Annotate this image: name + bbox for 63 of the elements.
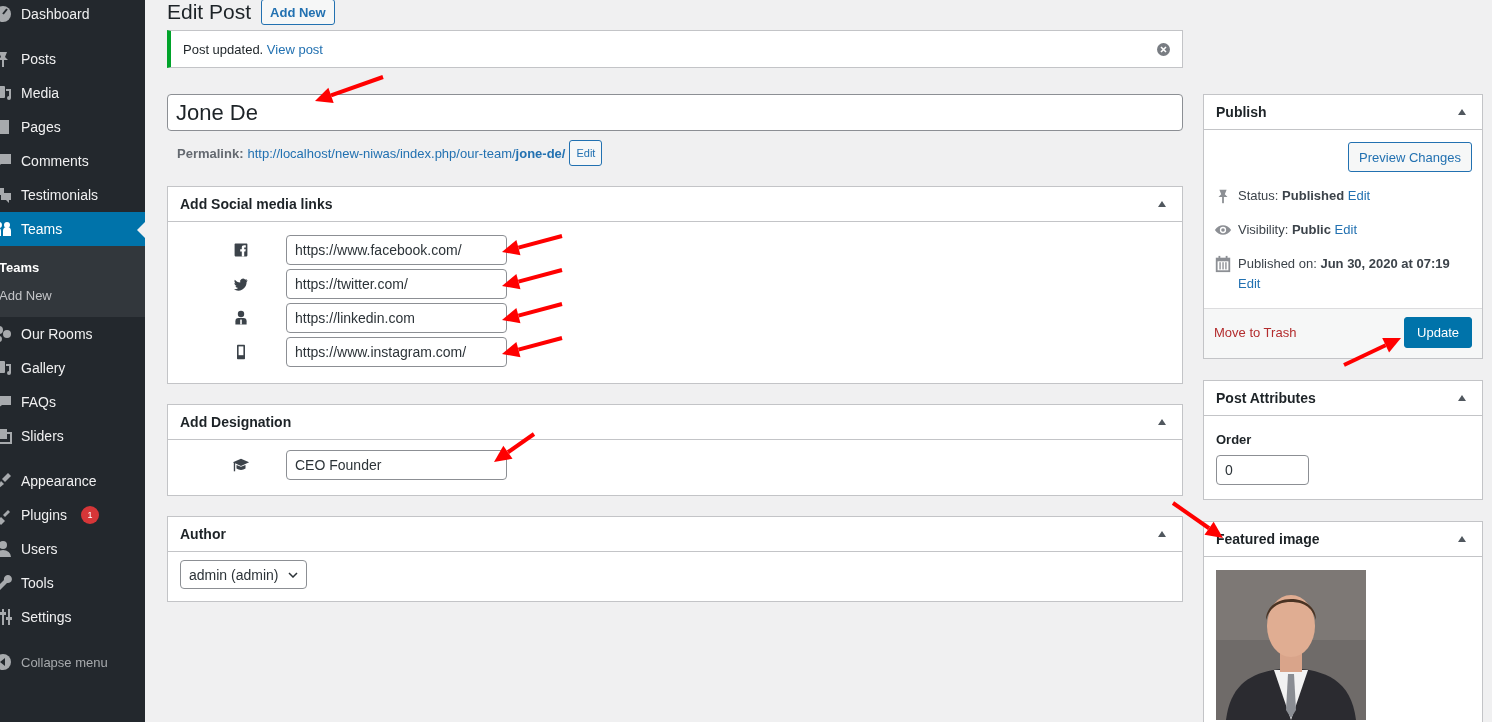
designation-field[interactable]: CEO Founder — [286, 450, 507, 480]
edit-link[interactable]: Edit — [1238, 276, 1261, 291]
page-title: Edit Post — [167, 0, 252, 24]
menu-item[interactable]: FAQs — [0, 385, 145, 419]
publish-info-text: Status: Published Edit — [1238, 187, 1371, 205]
permalink-link[interactable]: http://localhost/new-niwas/index.php/our-team/jone-de/ — [247, 145, 566, 161]
add-new-button[interactable]: Add New — [261, 0, 335, 25]
menu-item[interactable]: Tools — [0, 566, 145, 600]
menu-item[interactable]: Gallery — [0, 351, 145, 385]
preview-changes-button[interactable]: Preview Changes — [1348, 142, 1472, 172]
chevron-down-icon — [288, 571, 299, 578]
permalink-label: Permalink: — [177, 145, 244, 161]
collapse-toggle-icon[interactable] — [1458, 536, 1466, 542]
url-field[interactable]: https://www.facebook.com/ — [286, 235, 507, 265]
facebook-icon — [233, 242, 249, 258]
update-button[interactable]: Update — [1404, 317, 1472, 348]
menu-item[interactable]: Media — [0, 76, 145, 110]
menu-item[interactable]: Comments — [0, 144, 145, 178]
view-post-link[interactable]: View post — [266, 41, 323, 57]
menu-item[interactable]: Dashboard — [0, 0, 145, 31]
panel-title: Featured image — [1216, 531, 1320, 547]
menu-item[interactable]: Our Rooms — [0, 317, 145, 351]
publish-info-text: Published on: Jun 30, 2020 at 07:19 Edit — [1238, 255, 1451, 293]
panel-title: Author — [180, 526, 226, 542]
menu-item[interactable]: Sliders — [0, 419, 145, 453]
author-dropdown[interactable]: admin (admin) — [180, 560, 308, 589]
person-icon — [233, 310, 249, 326]
count-badge: 1 — [80, 506, 99, 524]
notice-text: Post updated. View post — [183, 41, 323, 57]
url-field[interactable]: https://www.instagram.com/ — [286, 337, 507, 367]
menu-item[interactable]: Teams — [0, 212, 145, 246]
publish-info-text: Visibility: Public Edit — [1238, 221, 1357, 239]
menu-item[interactable]: Users — [0, 532, 145, 566]
edit-permalink-button[interactable]: Edit — [569, 140, 603, 166]
edit-link[interactable]: Edit — [1334, 222, 1357, 237]
menu-item[interactable]: Testimonials — [0, 178, 145, 212]
collapse-toggle-icon[interactable] — [1458, 395, 1466, 401]
panel-title: Add Social media links — [180, 196, 333, 212]
collapse-menu-button[interactable]: Collapse menu — [0, 645, 145, 679]
calendar-icon — [1214, 255, 1232, 273]
dismiss-icon[interactable] — [1157, 42, 1170, 56]
panel-title: Post Attributes — [1216, 390, 1316, 406]
order-label: Order — [1215, 431, 1253, 447]
menu-item[interactable]: Appearance — [0, 464, 145, 498]
move-to-trash-link[interactable]: Move to Trash — [1214, 325, 1297, 340]
menu-item[interactable]: Plugins 1 — [0, 498, 145, 532]
bird-icon — [233, 276, 249, 292]
collapse-toggle-icon[interactable] — [1458, 109, 1466, 115]
mortarboard-icon — [232, 456, 250, 474]
url-field[interactable]: https://linkedin.com — [286, 303, 507, 333]
order-field[interactable]: 0 — [1216, 455, 1309, 485]
menu-item[interactable]: Pages — [0, 110, 145, 144]
edit-link[interactable]: Edit — [1347, 188, 1371, 203]
panel-title: Add Designation — [180, 414, 292, 430]
collapse-toggle-icon[interactable] — [1158, 201, 1166, 207]
url-field[interactable]: https://twitter.com/ — [286, 269, 507, 299]
panel-title: Publish — [1216, 104, 1267, 120]
submenu-item[interactable]: Teams — [0, 253, 145, 281]
menu-item[interactable]: Settings — [0, 600, 145, 634]
menu-item[interactable]: Posts — [0, 42, 145, 76]
collapse-toggle-icon[interactable] — [1158, 531, 1166, 537]
collapse-toggle-icon[interactable] — [1158, 419, 1166, 425]
title-field[interactable]: Jone De — [167, 94, 1183, 131]
